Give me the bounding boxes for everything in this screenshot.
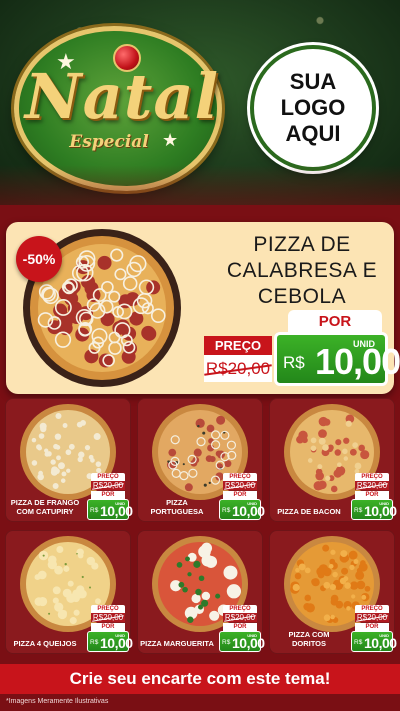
por-label: POR bbox=[288, 310, 382, 332]
logo-text-line: LOGO bbox=[280, 95, 346, 120]
new-price-box: UNID R$ 10,00 bbox=[274, 332, 400, 386]
new-price: 10,00 bbox=[100, 635, 133, 651]
featured-title-line: PIZZA DE bbox=[253, 233, 351, 256]
header-banner: ★ ★ Natal Especial SUA LOGO AQUI bbox=[0, 0, 400, 205]
new-price-box: UNID R$ 10,00 bbox=[219, 631, 265, 652]
old-price: R$20,00 bbox=[355, 613, 389, 622]
currency-label: R$ bbox=[90, 639, 99, 646]
featured-title-line: CEBOLA bbox=[257, 285, 347, 308]
product-card[interactable]: PIZZA DE BACON PREÇO R$20,00 POR UNID R$… bbox=[269, 398, 397, 522]
preco-label: PREÇO bbox=[223, 605, 257, 613]
por-label: POR bbox=[91, 491, 125, 499]
preco-label: PREÇO bbox=[204, 336, 272, 355]
cta-banner[interactable]: Crie seu encarte com este tema! bbox=[0, 664, 400, 694]
currency-label: R$ bbox=[354, 507, 363, 514]
por-label: POR bbox=[223, 491, 257, 499]
badge-title: Natal bbox=[24, 60, 220, 133]
new-price-box: UNID R$ 10,00 bbox=[351, 631, 397, 652]
logo-text-line: AQUI bbox=[285, 121, 341, 146]
old-price: R$20,00 bbox=[355, 481, 389, 490]
new-price-box: UNID R$ 10,00 bbox=[87, 499, 133, 520]
new-price: 10,00 bbox=[315, 341, 400, 382]
product-name: PIZZA COM DORITOS bbox=[288, 630, 330, 648]
badge-subtitle: Especial bbox=[69, 132, 149, 152]
new-price-box: UNID R$ 10,00 bbox=[219, 499, 265, 520]
new-price: 10,00 bbox=[232, 503, 265, 519]
new-price: 10,00 bbox=[232, 635, 265, 651]
por-label: POR bbox=[223, 623, 257, 631]
featured-title-line: CALABRESA E bbox=[226, 259, 378, 282]
currency-label: R$ bbox=[90, 507, 99, 514]
product-card[interactable]: PIZZA COM DORITOS PREÇO R$20,00 POR UNID… bbox=[269, 530, 397, 654]
preco-label: PREÇO bbox=[223, 473, 257, 481]
featured-product-card[interactable]: -50% PIZZA DE CALABRESA E CEBOLA POR PRE… bbox=[6, 222, 400, 394]
product-name: PIZZA MARGUERITA bbox=[140, 639, 214, 648]
por-label: POR bbox=[91, 623, 125, 631]
logo-text-line: SUA bbox=[289, 69, 337, 94]
old-price-text: R$20,00 bbox=[92, 481, 124, 490]
product-card[interactable]: PIZZA 4 QUEIJOS PREÇO R$20,00 POR UNID R… bbox=[5, 530, 133, 654]
old-price: R$20,00 bbox=[205, 358, 271, 378]
new-price-box: UNID R$ 10,00 bbox=[87, 631, 133, 652]
por-label: POR bbox=[355, 623, 389, 631]
product-card[interactable]: PIZZA DE FRANGO COM CATUPIRY PREÇO R$20,… bbox=[5, 398, 133, 522]
disclaimer: *Imagens Meramente Ilustrativas bbox=[6, 698, 109, 705]
preco-label: PREÇO bbox=[355, 605, 389, 613]
logo-placeholder[interactable]: SUA LOGO AQUI bbox=[250, 45, 376, 171]
discount-badge: -50% bbox=[16, 236, 62, 282]
preco-label: PREÇO bbox=[91, 473, 125, 481]
currency-label: R$ bbox=[222, 507, 231, 514]
old-price: R$20,00 bbox=[91, 613, 125, 622]
currency-label: R$ bbox=[222, 639, 231, 646]
currency-label: R$ bbox=[354, 639, 363, 646]
old-price-text: R$20,00 bbox=[356, 481, 388, 490]
product-name: PIZZA 4 QUEIJOS bbox=[13, 639, 77, 648]
new-price: 10,00 bbox=[100, 503, 133, 519]
old-price-box: R$20,00 bbox=[204, 355, 272, 382]
old-price: R$20,00 bbox=[223, 481, 257, 490]
product-name: PIZZA PORTUGUESA bbox=[150, 498, 204, 516]
old-price-text: R$20,00 bbox=[224, 481, 256, 490]
product-name: PIZZA DE FRANGO COM CATUPIRY bbox=[10, 498, 80, 516]
new-price-box: UNID R$ 10,00 bbox=[351, 499, 397, 520]
old-price: R$20,00 bbox=[223, 613, 257, 622]
product-card[interactable]: PIZZA PORTUGUESA PREÇO R$20,00 POR UNID … bbox=[137, 398, 265, 522]
por-label: POR bbox=[355, 491, 389, 499]
new-price: 10,00 bbox=[364, 635, 397, 651]
old-price-text: R$20,00 bbox=[224, 613, 256, 622]
preco-label: PREÇO bbox=[355, 473, 389, 481]
new-price: 10,00 bbox=[364, 503, 397, 519]
old-price-text: R$20,00 bbox=[92, 613, 124, 622]
product-card[interactable]: PIZZA MARGUERITA PREÇO R$20,00 POR UNID … bbox=[137, 530, 265, 654]
product-name: PIZZA DE BACON bbox=[277, 507, 341, 516]
preco-label: PREÇO bbox=[91, 605, 125, 613]
old-price-text: R$20,00 bbox=[356, 613, 388, 622]
old-price: R$20,00 bbox=[91, 481, 125, 490]
featured-title: PIZZA DE CALABRESA E CEBOLA bbox=[216, 232, 388, 310]
currency-label: R$ bbox=[283, 353, 305, 372]
